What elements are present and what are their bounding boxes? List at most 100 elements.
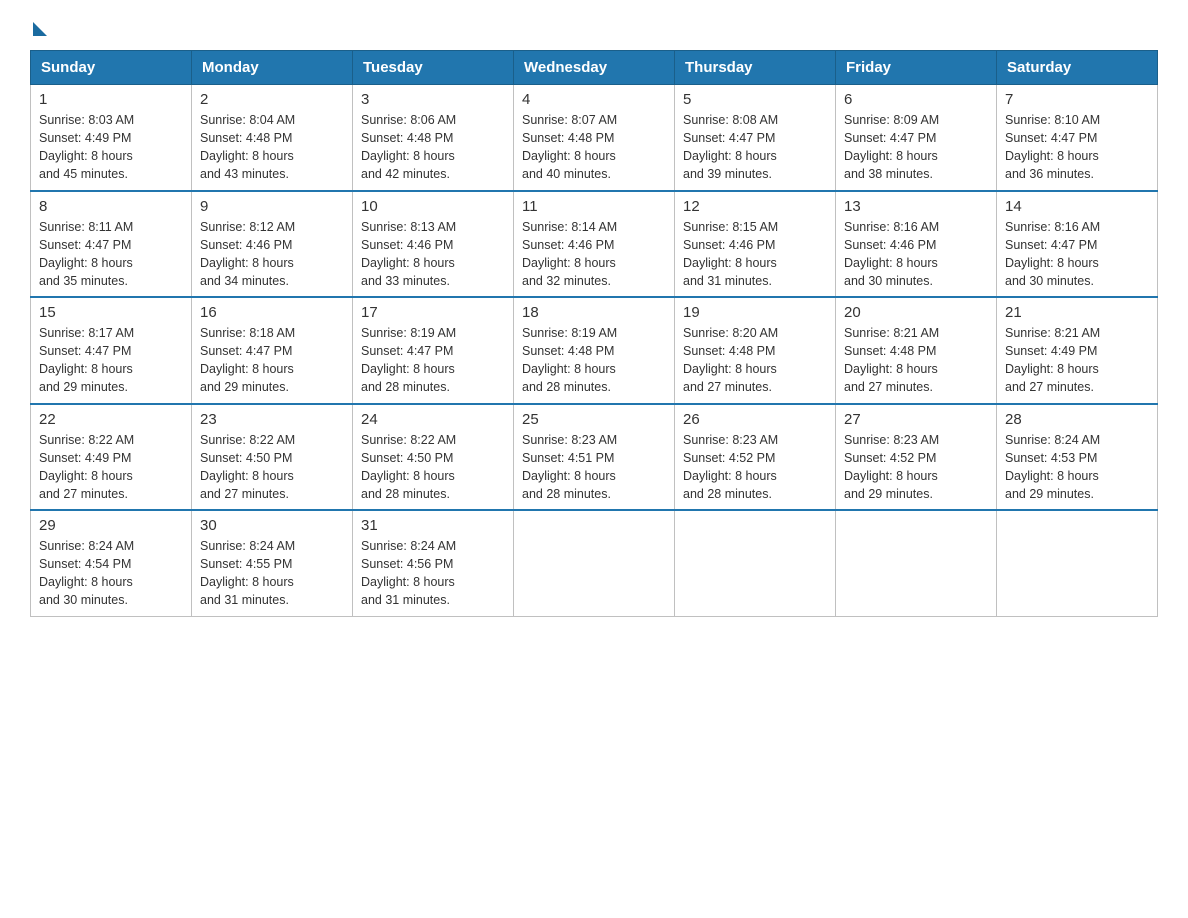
calendar-cell: 6 Sunrise: 8:09 AMSunset: 4:47 PMDaylight… — [836, 85, 997, 191]
day-number: 23 — [200, 411, 344, 428]
day-info: Sunrise: 8:20 AMSunset: 4:48 PMDaylight:… — [683, 324, 827, 397]
calendar-cell: 7Sunrise: 8:10 AMSunset: 4:47 PMDaylight… — [997, 85, 1158, 191]
day-number: 16 — [200, 304, 344, 321]
day-number: 27 — [844, 411, 988, 428]
day-number: 24 — [361, 411, 505, 428]
calendar-table: SundayMondayTuesdayWednesdayThursdayFrid… — [30, 50, 1158, 617]
calendar-week-row: 29Sunrise: 8:24 AMSunset: 4:54 PMDayligh… — [31, 510, 1158, 616]
day-info: Sunrise: 8:19 AMSunset: 4:47 PMDaylight:… — [361, 324, 505, 397]
day-number: 31 — [361, 517, 505, 534]
calendar-cell: 3 Sunrise: 8:06 AMSunset: 4:48 PMDaylight… — [353, 85, 514, 191]
calendar-cell: 5Sunrise: 8:08 AMSunset: 4:47 PMDaylight… — [675, 85, 836, 191]
day-number: 21 — [1005, 304, 1149, 321]
day-info: Sunrise: 8:24 AMSunset: 4:54 PMDaylight:… — [39, 537, 183, 610]
day-info: Sunrise: 8:23 AMSunset: 4:51 PMDaylight:… — [522, 431, 666, 504]
day-info: Sunrise: 8:09 AMSunset: 4:47 PMDaylight:… — [844, 111, 988, 184]
day-info: Sunrise: 8:17 AMSunset: 4:47 PMDaylight:… — [39, 324, 183, 397]
day-number: 1 — [39, 91, 183, 108]
calendar-cell: 29Sunrise: 8:24 AMSunset: 4:54 PMDayligh… — [31, 510, 192, 616]
calendar-cell: 20 Sunrise: 8:21 AMSunset: 4:48 PMDayligh… — [836, 297, 997, 404]
calendar-week-row: 8Sunrise: 8:11 AMSunset: 4:47 PMDaylight… — [31, 191, 1158, 298]
calendar-cell: 21 Sunrise: 8:21 AMSunset: 4:49 PMDayligh… — [997, 297, 1158, 404]
calendar-cell: 28 Sunrise: 8:24 AMSunset: 4:53 PMDayligh… — [997, 404, 1158, 511]
calendar-cell: 18Sunrise: 8:19 AMSunset: 4:48 PMDayligh… — [514, 297, 675, 404]
day-info: Sunrise: 8:16 AMSunset: 4:46 PMDaylight:… — [844, 218, 988, 291]
day-info: Sunrise: 8:21 AMSunset: 4:48 PMDaylight:… — [844, 324, 988, 397]
calendar-cell: 30 Sunrise: 8:24 AMSunset: 4:55 PMDayligh… — [192, 510, 353, 616]
day-number: 4 — [522, 91, 666, 108]
calendar-cell — [514, 510, 675, 616]
day-info: Sunrise: 8:22 AMSunset: 4:49 PMDaylight:… — [39, 431, 183, 504]
day-number: 18 — [522, 304, 666, 321]
day-info: Sunrise: 8:12 AMSunset: 4:46 PMDaylight:… — [200, 218, 344, 291]
calendar-cell: 14Sunrise: 8:16 AMSunset: 4:47 PMDayligh… — [997, 191, 1158, 298]
day-info: Sunrise: 8:24 AMSunset: 4:53 PMDaylight:… — [1005, 431, 1149, 504]
day-number: 15 — [39, 304, 183, 321]
day-info: Sunrise: 8:23 AMSunset: 4:52 PMDaylight:… — [844, 431, 988, 504]
day-number: 26 — [683, 411, 827, 428]
day-info: Sunrise: 8:06 AMSunset: 4:48 PMDaylight:… — [361, 111, 505, 184]
day-info: Sunrise: 8:14 AMSunset: 4:46 PMDaylight:… — [522, 218, 666, 291]
header-monday: Monday — [192, 51, 353, 85]
header-sunday: Sunday — [31, 51, 192, 85]
calendar-cell: 26 Sunrise: 8:23 AMSunset: 4:52 PMDayligh… — [675, 404, 836, 511]
header-thursday: Thursday — [675, 51, 836, 85]
day-info: Sunrise: 8:03 AMSunset: 4:49 PMDaylight:… — [39, 111, 183, 184]
day-number: 30 — [200, 517, 344, 534]
day-number: 28 — [1005, 411, 1149, 428]
logo — [30, 20, 47, 34]
calendar-cell — [997, 510, 1158, 616]
page-header — [30, 20, 1158, 34]
calendar-cell: 25 Sunrise: 8:23 AMSunset: 4:51 PMDayligh… — [514, 404, 675, 511]
calendar-week-row: 1 Sunrise: 8:03 AMSunset: 4:49 PMDaylight… — [31, 85, 1158, 191]
calendar-cell: 16 Sunrise: 8:18 AMSunset: 4:47 PMDayligh… — [192, 297, 353, 404]
calendar-cell — [836, 510, 997, 616]
calendar-cell: 19 Sunrise: 8:20 AMSunset: 4:48 PMDayligh… — [675, 297, 836, 404]
logo-arrow-icon — [33, 22, 47, 36]
calendar-header-row: SundayMondayTuesdayWednesdayThursdayFrid… — [31, 51, 1158, 85]
calendar-cell — [675, 510, 836, 616]
day-number: 11 — [522, 198, 666, 215]
day-info: Sunrise: 8:24 AMSunset: 4:55 PMDaylight:… — [200, 537, 344, 610]
calendar-cell: 4 Sunrise: 8:07 AMSunset: 4:48 PMDaylight… — [514, 85, 675, 191]
calendar-cell: 1 Sunrise: 8:03 AMSunset: 4:49 PMDaylight… — [31, 85, 192, 191]
day-number: 20 — [844, 304, 988, 321]
day-info: Sunrise: 8:22 AMSunset: 4:50 PMDaylight:… — [361, 431, 505, 504]
calendar-cell: 31 Sunrise: 8:24 AMSunset: 4:56 PMDayligh… — [353, 510, 514, 616]
day-info: Sunrise: 8:15 AMSunset: 4:46 PMDaylight:… — [683, 218, 827, 291]
calendar-cell: 15 Sunrise: 8:17 AMSunset: 4:47 PMDayligh… — [31, 297, 192, 404]
calendar-cell: 9Sunrise: 8:12 AMSunset: 4:46 PMDaylight… — [192, 191, 353, 298]
header-saturday: Saturday — [997, 51, 1158, 85]
day-info: Sunrise: 8:21 AMSunset: 4:49 PMDaylight:… — [1005, 324, 1149, 397]
day-info: Sunrise: 8:07 AMSunset: 4:48 PMDaylight:… — [522, 111, 666, 184]
day-number: 3 — [361, 91, 505, 108]
calendar-cell: 23 Sunrise: 8:22 AMSunset: 4:50 PMDayligh… — [192, 404, 353, 511]
day-info: Sunrise: 8:04 AMSunset: 4:48 PMDaylight:… — [200, 111, 344, 184]
calendar-cell: 17 Sunrise: 8:19 AMSunset: 4:47 PMDayligh… — [353, 297, 514, 404]
day-info: Sunrise: 8:10 AMSunset: 4:47 PMDaylight:… — [1005, 111, 1149, 184]
day-number: 25 — [522, 411, 666, 428]
calendar-cell: 22 Sunrise: 8:22 AMSunset: 4:49 PMDayligh… — [31, 404, 192, 511]
day-number: 13 — [844, 198, 988, 215]
calendar-cell: 13 Sunrise: 8:16 AMSunset: 4:46 PMDayligh… — [836, 191, 997, 298]
header-tuesday: Tuesday — [353, 51, 514, 85]
calendar-cell: 8Sunrise: 8:11 AMSunset: 4:47 PMDaylight… — [31, 191, 192, 298]
day-number: 17 — [361, 304, 505, 321]
header-friday: Friday — [836, 51, 997, 85]
calendar-cell: 2Sunrise: 8:04 AMSunset: 4:48 PMDaylight… — [192, 85, 353, 191]
day-number: 22 — [39, 411, 183, 428]
calendar-week-row: 22 Sunrise: 8:22 AMSunset: 4:49 PMDayligh… — [31, 404, 1158, 511]
day-info: Sunrise: 8:23 AMSunset: 4:52 PMDaylight:… — [683, 431, 827, 504]
calendar-cell: 12Sunrise: 8:15 AMSunset: 4:46 PMDayligh… — [675, 191, 836, 298]
day-info: Sunrise: 8:24 AMSunset: 4:56 PMDaylight:… — [361, 537, 505, 610]
day-number: 14 — [1005, 198, 1149, 215]
day-number: 19 — [683, 304, 827, 321]
day-info: Sunrise: 8:13 AMSunset: 4:46 PMDaylight:… — [361, 218, 505, 291]
calendar-week-row: 15 Sunrise: 8:17 AMSunset: 4:47 PMDayligh… — [31, 297, 1158, 404]
day-info: Sunrise: 8:11 AMSunset: 4:47 PMDaylight:… — [39, 218, 183, 291]
calendar-cell: 27 Sunrise: 8:23 AMSunset: 4:52 PMDayligh… — [836, 404, 997, 511]
day-number: 6 — [844, 91, 988, 108]
day-info: Sunrise: 8:18 AMSunset: 4:47 PMDaylight:… — [200, 324, 344, 397]
day-info: Sunrise: 8:22 AMSunset: 4:50 PMDaylight:… — [200, 431, 344, 504]
calendar-cell: 10Sunrise: 8:13 AMSunset: 4:46 PMDayligh… — [353, 191, 514, 298]
